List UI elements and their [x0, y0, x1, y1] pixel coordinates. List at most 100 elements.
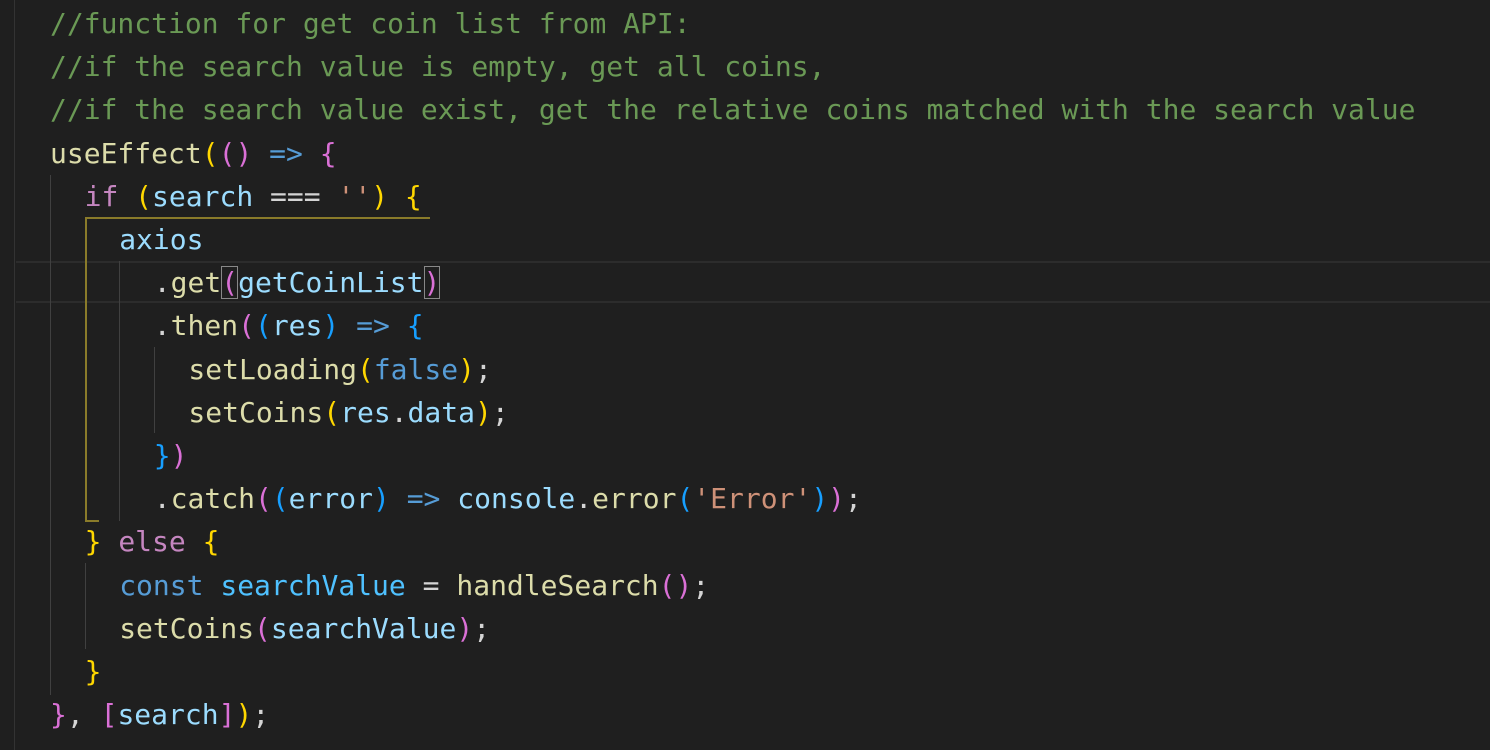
code-token: ; — [252, 698, 270, 732]
code-line[interactable]: .catch((error) => console.error('Error')… — [154, 477, 862, 520]
code-token: ( — [676, 482, 694, 516]
code-line[interactable]: axios — [119, 218, 203, 261]
code-line[interactable]: }, [search]); — [50, 693, 269, 736]
code-line[interactable]: setLoading(false); — [188, 348, 491, 391]
code-token: ) — [828, 482, 846, 516]
code-token: ( — [658, 568, 676, 602]
code-token: setCoins — [188, 395, 324, 429]
code-token: data — [407, 395, 475, 429]
code-token: . — [575, 482, 593, 516]
code-token: === — [253, 179, 338, 213]
code-token: 'Error' — [693, 482, 812, 516]
code-token: res — [340, 395, 391, 429]
code-token: searchValue — [220, 568, 406, 602]
code-token: ) — [372, 482, 390, 516]
code-token: ) — [322, 309, 340, 343]
code-token: } — [84, 655, 102, 688]
code-token: } — [153, 439, 171, 472]
code-token: ; — [845, 482, 862, 516]
code-token: . — [153, 266, 171, 300]
code-token: => — [356, 309, 390, 343]
code-token: catch — [170, 482, 255, 516]
code-token: //if the search value is empty, get all … — [50, 50, 826, 84]
code-token: ( — [201, 136, 219, 170]
code-token: setCoins — [119, 611, 255, 645]
code-token: ( — [254, 611, 271, 645]
code-token: error — [592, 482, 677, 516]
indent-guide — [119, 261, 120, 521]
code-line[interactable]: .get(getCoinList) — [154, 261, 441, 304]
code-token: { — [404, 179, 422, 213]
code-token: else — [118, 525, 186, 559]
code-token: setLoading — [188, 352, 357, 386]
code-token: //function for get coin list from API: — [50, 7, 691, 40]
code-token: then — [170, 309, 239, 343]
gutter-edge — [14, 0, 15, 750]
code-token: { — [319, 136, 337, 170]
code-line[interactable]: .then((res) => { — [154, 304, 424, 347]
code-token: if — [84, 179, 119, 213]
code-token: ) — [458, 352, 475, 386]
code-token: => — [406, 482, 441, 516]
code-token: //if the search value exist, get the rel… — [50, 93, 1416, 127]
code-token: ) — [371, 179, 389, 213]
code-token: ) — [235, 698, 253, 732]
code-token: handleSearch — [456, 568, 659, 602]
code-token: [ — [100, 698, 118, 732]
code-token: useEffect — [50, 136, 202, 170]
code-token: { — [406, 309, 424, 343]
code-token: ) — [474, 395, 492, 429]
code-token: ; — [491, 395, 509, 429]
code-token: ( — [271, 482, 289, 516]
code-line[interactable]: if (search === '') { — [85, 175, 422, 218]
indent-guide — [154, 347, 155, 433]
code-token: . — [153, 309, 171, 343]
code-token: ( — [356, 352, 374, 386]
code-line[interactable]: //if the search value exist, get the rel… — [50, 88, 1415, 131]
code-line[interactable]: } else { — [85, 520, 220, 563]
code-token: } — [84, 525, 102, 559]
code-token: false — [373, 352, 459, 386]
code-token: searchValue — [270, 611, 457, 645]
code-token: ( — [218, 136, 236, 170]
code-line[interactable]: setCoins(searchValue); — [119, 607, 490, 650]
code-token: . — [153, 482, 171, 516]
indent-guide — [50, 175, 51, 695]
code-token: search — [152, 179, 254, 213]
code-line[interactable]: const searchValue = handleSearch(); — [119, 564, 709, 607]
code-token: ; — [692, 568, 710, 602]
code-token: search — [117, 698, 219, 732]
code-token: '' — [337, 179, 372, 213]
code-token: axios — [119, 223, 204, 256]
code-line[interactable]: }) — [154, 434, 188, 477]
code-token: ) — [456, 611, 474, 645]
code-line[interactable]: setCoins(res.data); — [188, 391, 508, 434]
code-token: ) — [675, 568, 693, 602]
code-token: , — [66, 698, 101, 732]
code-token: ) — [170, 439, 188, 472]
code-token: console — [457, 482, 576, 516]
code-token: ( — [238, 309, 255, 343]
code-line[interactable]: //function for get coin list from API: — [50, 2, 691, 45]
code-editor[interactable]: //function for get coin list from API: //… — [0, 0, 1490, 750]
code-token: { — [202, 525, 220, 559]
bracket-match: ) — [423, 266, 441, 300]
code-token: = — [405, 568, 457, 602]
code-line[interactable]: useEffect(() => { — [50, 132, 337, 175]
code-token: ( — [254, 309, 272, 343]
code-token: ; — [473, 611, 491, 645]
code-token: ) — [235, 136, 253, 170]
code-line[interactable]: } — [85, 650, 102, 693]
code-line[interactable]: //if the search value is empty, get all … — [50, 45, 825, 88]
code-token: ] — [218, 698, 236, 732]
